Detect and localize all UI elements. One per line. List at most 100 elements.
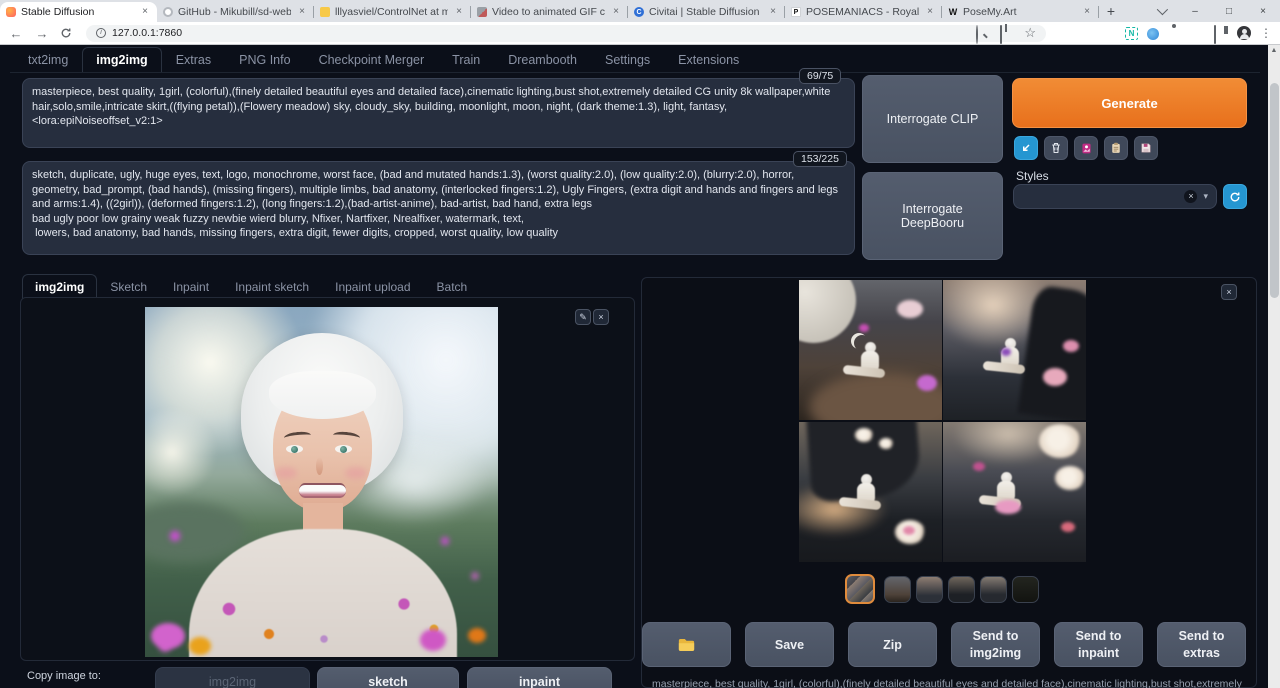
tab-close-icon[interactable]: × — [767, 6, 779, 18]
generate-button[interactable]: Generate — [1012, 78, 1247, 128]
share-icon[interactable] — [1000, 26, 1014, 40]
scrollbar-thumb[interactable] — [1270, 83, 1279, 298]
styles-dropdown[interactable]: × ▾ — [1013, 184, 1217, 209]
prompt-input[interactable]: masterpiece, best quality, 1girl, (color… — [22, 78, 855, 148]
profile-avatar[interactable] — [1237, 26, 1251, 40]
apply-style-clipboard-icon[interactable] — [1104, 136, 1128, 160]
tab-extensions[interactable]: Extensions — [664, 47, 753, 72]
send-to-inpaint-button[interactable]: Send to inpaint — [1054, 622, 1143, 667]
negative-prompt-input[interactable]: sketch, duplicate, ugly, huge eyes, text… — [22, 161, 855, 255]
mode-tab-inpaint[interactable]: Inpaint — [160, 274, 222, 299]
tab-close-icon[interactable]: × — [139, 6, 151, 18]
save-button[interactable]: Save — [745, 622, 834, 667]
gallery-thumbnail-5[interactable] — [980, 576, 1007, 603]
extension-n-icon[interactable]: N — [1125, 27, 1138, 40]
styles-clear-icon[interactable]: × — [1184, 190, 1197, 203]
tab-close-icon[interactable]: × — [610, 6, 622, 18]
tab-checkpoint-merger[interactable]: Checkpoint Merger — [305, 47, 439, 72]
controlnet-favicon — [320, 7, 330, 17]
save-style-floppy-icon[interactable] — [1134, 136, 1158, 160]
tab-img2img[interactable]: img2img — [82, 47, 161, 72]
gallery-image-4[interactable] — [943, 422, 1086, 562]
edit-image-pencil-icon[interactable]: ✎ — [575, 309, 591, 325]
zoom-icon[interactable] — [976, 26, 990, 40]
source-image[interactable] — [145, 307, 498, 657]
extension-blue-icon[interactable] — [1147, 28, 1159, 40]
browser-tab-posemyart[interactable]: W PoseMy.Art × — [942, 2, 1099, 22]
gallery-thumbnail-1[interactable] — [845, 574, 875, 604]
sidebar-icon[interactable] — [1214, 26, 1228, 40]
github-favicon — [163, 7, 173, 17]
reload-icon[interactable] — [60, 27, 76, 39]
back-icon[interactable]: ← — [8, 26, 24, 41]
mode-tab-batch[interactable]: Batch — [424, 274, 481, 299]
extra-networks-icon[interactable] — [1074, 136, 1098, 160]
posemyart-favicon: W — [948, 7, 958, 17]
gallery-image-2[interactable] — [943, 280, 1086, 420]
clear-prompt-trash-icon[interactable] — [1044, 136, 1068, 160]
site-info-icon[interactable]: i — [96, 28, 106, 38]
gallery-thumbnail-6[interactable] — [1012, 576, 1039, 603]
bookmark-star-icon[interactable]: ☆ — [1024, 26, 1036, 40]
window-maximize-button[interactable]: □ — [1212, 0, 1246, 22]
window-minimize-button[interactable]: – — [1178, 0, 1212, 22]
browser-tab-controlnet[interactable]: lllyasviel/ControlNet at main × — [314, 2, 471, 22]
browser-tab-stable-diffusion[interactable]: Stable Diffusion × — [0, 2, 157, 22]
main-tab-bar: txt2img img2img Extras PNG Info Checkpoi… — [14, 47, 753, 72]
styles-label: Styles — [1016, 169, 1049, 183]
browser-tab-civitai[interactable]: C Civitai | Stable Diffusion models × — [628, 2, 785, 22]
copy-to-inpaint-button[interactable]: inpaint — [467, 667, 612, 688]
page-scrollbar[interactable]: ▲ — [1268, 45, 1280, 688]
tab-title: PoseMy.Art — [963, 6, 1076, 18]
gif-converter-favicon — [477, 7, 487, 17]
copy-to-sketch-button[interactable]: sketch — [317, 667, 459, 688]
interrogate-clip-button[interactable]: Interrogate CLIP — [862, 75, 1003, 163]
refresh-styles-icon[interactable] — [1223, 184, 1247, 209]
window-close-button[interactable]: × — [1246, 0, 1280, 22]
open-folder-button[interactable] — [642, 622, 731, 667]
tab-png-info[interactable]: PNG Info — [225, 47, 304, 72]
mode-tab-inpaint-sketch[interactable]: Inpaint sketch — [222, 274, 322, 299]
tab-close-icon[interactable]: × — [924, 6, 936, 18]
extensions-puzzle-icon[interactable] — [1168, 26, 1182, 40]
remove-image-icon[interactable]: × — [593, 309, 609, 325]
forward-icon[interactable]: → — [34, 26, 50, 41]
stable-diffusion-favicon — [6, 7, 16, 17]
tab-close-icon[interactable]: × — [1081, 6, 1093, 18]
mode-tab-img2img[interactable]: img2img — [22, 274, 97, 299]
address-bar[interactable]: i 127.0.0.1:7860 ☆ — [86, 25, 1046, 42]
tab-txt2img[interactable]: txt2img — [14, 47, 82, 72]
gallery-thumbnail-4[interactable] — [948, 576, 975, 603]
tab-close-icon[interactable]: × — [453, 6, 465, 18]
browser-tab-gif-converter[interactable]: Video to animated GIF converter × — [471, 2, 628, 22]
folder-icon — [678, 638, 695, 652]
close-gallery-preview-icon[interactable]: × — [1221, 284, 1237, 300]
tab-close-icon[interactable]: × — [296, 6, 308, 18]
tab-title: Video to animated GIF converter — [492, 6, 605, 18]
send-to-img2img-button[interactable]: Send to img2img — [951, 622, 1040, 667]
mode-tab-inpaint-upload[interactable]: Inpaint upload — [322, 274, 423, 299]
send-to-extras-button[interactable]: Send to extras — [1157, 622, 1246, 667]
tab-train[interactable]: Train — [438, 47, 494, 72]
zip-button[interactable]: Zip — [848, 622, 937, 667]
mode-tab-sketch[interactable]: Sketch — [97, 274, 160, 299]
prompt-token-counter: 69/75 — [799, 68, 841, 84]
tab-extras[interactable]: Extras — [162, 47, 225, 72]
gallery-image-1[interactable] — [799, 280, 942, 420]
tab-title: Stable Diffusion — [21, 6, 134, 18]
paste-generation-params-icon[interactable] — [1014, 136, 1038, 160]
gallery-image-3[interactable] — [799, 422, 942, 562]
tab-settings[interactable]: Settings — [591, 47, 664, 72]
tab-dreambooth[interactable]: Dreambooth — [494, 47, 591, 72]
scrollbar-up-arrow[interactable]: ▲ — [1268, 45, 1280, 57]
civitai-favicon: C — [634, 7, 644, 17]
interrogate-deepbooru-button[interactable]: Interrogate DeepBooru — [862, 172, 1003, 260]
browser-tab-posemaniacs[interactable]: P POSEMANIACS - Royalty free 3 × — [785, 2, 942, 22]
browser-menu-icon[interactable]: ⋮ — [1260, 26, 1272, 40]
tab-search-icon[interactable] — [1144, 0, 1178, 22]
reading-list-icon[interactable] — [1191, 26, 1205, 40]
gallery-thumbnail-3[interactable] — [916, 576, 943, 603]
gallery-thumbnail-2[interactable] — [884, 576, 911, 603]
new-tab-button[interactable]: + — [1099, 2, 1123, 22]
browser-tab-github[interactable]: GitHub - Mikubill/sd-webui-con × — [157, 2, 314, 22]
